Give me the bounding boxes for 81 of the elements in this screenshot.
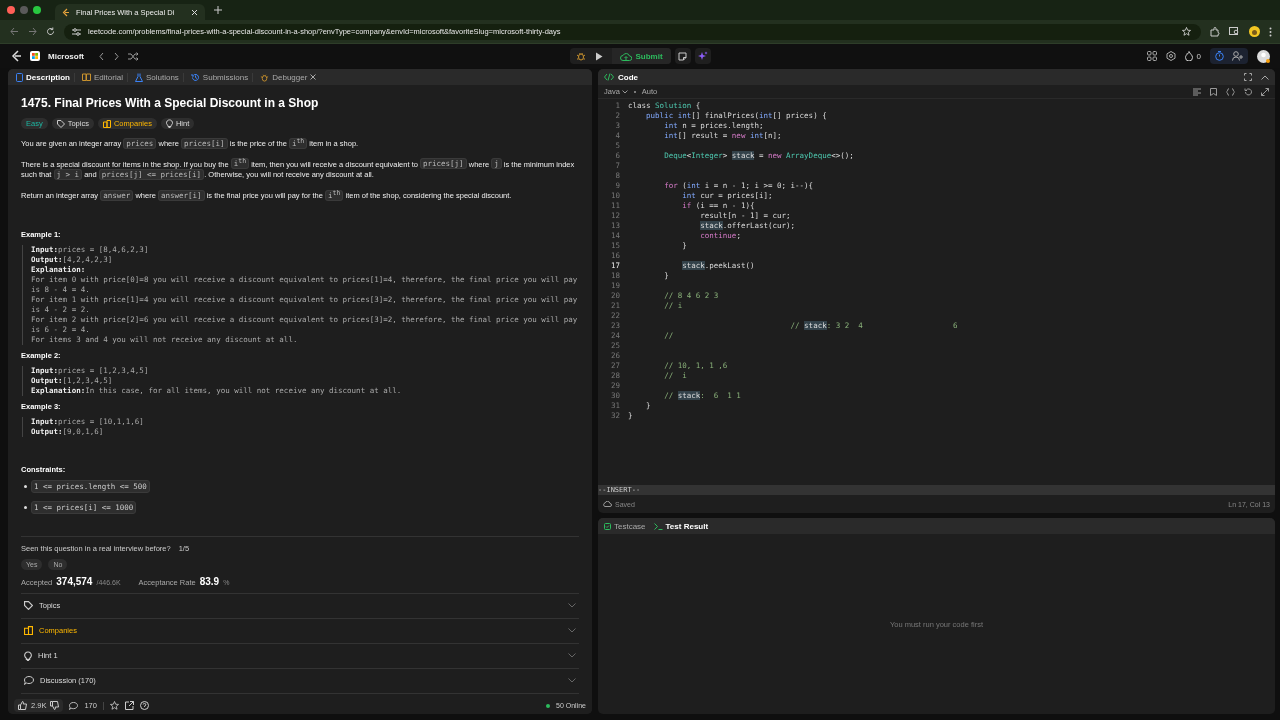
back-icon[interactable] (10, 27, 19, 36)
history-icon (190, 72, 200, 82)
acceptance-rate: 83.9 (199, 575, 220, 587)
accepted-count: 374,574 (56, 575, 93, 587)
cloud-upload-icon (620, 51, 633, 61)
sparkle-icon[interactable] (697, 51, 708, 61)
thumbs-down-icon[interactable] (50, 701, 60, 710)
help-icon[interactable] (139, 701, 149, 710)
run-icon[interactable] (595, 51, 604, 61)
panel-title: Code (618, 72, 638, 82)
chevron-down-icon (568, 603, 576, 608)
submit-button[interactable]: Submit (612, 48, 671, 64)
comment-icon[interactable] (69, 701, 79, 710)
bullet-icon (24, 484, 27, 488)
bullet-icon (24, 505, 27, 509)
panel-tab[interactable]: Editorial (78, 72, 128, 82)
chevron-down-icon (568, 653, 576, 658)
speech-bubble-icon (24, 676, 34, 685)
tag-icon (24, 601, 33, 610)
layout-icon[interactable] (1146, 51, 1157, 61)
bug-icon (260, 72, 270, 82)
panel-tab[interactable]: Testcase (604, 521, 646, 531)
close-window-icon[interactable] (7, 6, 15, 14)
share-icon[interactable] (124, 701, 134, 710)
panel-tab[interactable]: Description (12, 72, 75, 82)
next-icon[interactable] (113, 51, 120, 61)
chevron-down-icon (568, 678, 576, 683)
problem-title: 1475. Final Prices With a Special Discount in a Shop (21, 96, 320, 110)
streak-flame-icon (1184, 51, 1193, 61)
collapse-icon[interactable] (1261, 74, 1269, 80)
note-icon[interactable] (678, 51, 688, 61)
buildings-icon (24, 626, 33, 635)
expand-icon[interactable] (1261, 87, 1269, 96)
forward-icon[interactable] (28, 27, 37, 36)
site-settings-icon[interactable] (72, 27, 81, 36)
bookmark-star-icon[interactable] (1182, 27, 1191, 36)
shuffle-icon[interactable] (128, 51, 138, 61)
panel-tab[interactable]: Test Result (653, 521, 709, 531)
panel-tab[interactable]: Debugger (256, 72, 321, 82)
tab-search-icon[interactable] (1229, 27, 1240, 36)
book-icon (82, 73, 91, 81)
company-logo-icon (30, 51, 40, 61)
maximize-window-icon[interactable] (33, 6, 41, 14)
bullet-icon (633, 90, 636, 93)
add-user-icon[interactable] (1232, 51, 1243, 61)
star-icon[interactable] (109, 701, 119, 710)
flask-icon (134, 72, 143, 82)
checkbox-icon (604, 522, 611, 530)
close-icon[interactable] (310, 74, 317, 80)
chevron-down-icon (568, 628, 576, 633)
code-icon (604, 73, 614, 81)
lightbulb-icon (165, 119, 173, 128)
menu-icon[interactable] (1269, 26, 1272, 37)
buildings-icon (102, 119, 111, 128)
chevron-down-icon (621, 89, 628, 94)
new-tab-icon[interactable] (214, 6, 222, 14)
problem-list-title[interactable]: Microsoft (48, 51, 84, 61)
document-icon (16, 72, 23, 82)
user-avatar[interactable] (1257, 49, 1270, 63)
bookmark-icon[interactable] (1210, 87, 1217, 96)
bug-icon[interactable] (576, 51, 587, 61)
timer-icon[interactable] (1215, 51, 1224, 61)
profile-avatar[interactable] (1249, 26, 1260, 37)
reload-icon[interactable] (46, 27, 55, 36)
cloud-icon (603, 501, 612, 507)
streak-count: 0 (1196, 51, 1201, 61)
panel-tab[interactable]: Solutions (130, 72, 184, 82)
minimize-window-icon[interactable] (20, 6, 28, 14)
extensions-icon[interactable] (1210, 26, 1220, 37)
tag-icon (56, 119, 65, 128)
settings-icon[interactable] (1165, 51, 1176, 61)
online-status-dot (546, 703, 551, 708)
terminal-icon (653, 522, 663, 530)
fullscreen-icon[interactable] (1244, 73, 1252, 81)
reset-icon[interactable] (1244, 87, 1252, 96)
thumbs-up-icon[interactable] (18, 701, 27, 710)
lightbulb-icon (24, 650, 32, 661)
braces-icon[interactable] (1226, 87, 1235, 96)
format-icon[interactable] (1193, 87, 1201, 96)
panel-tab[interactable]: Submissions (186, 72, 254, 82)
previous-icon[interactable] (98, 51, 105, 61)
